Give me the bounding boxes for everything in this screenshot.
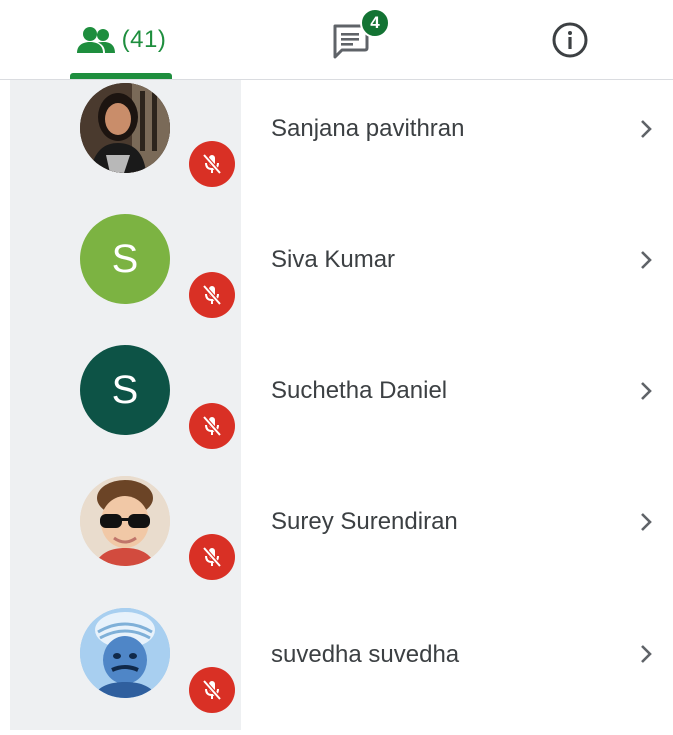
participant-name: Surey Surendiran <box>271 508 458 535</box>
chevron-right-icon[interactable] <box>634 379 658 403</box>
people-icon <box>76 26 115 53</box>
chevron-right-icon[interactable] <box>634 117 658 141</box>
tab-chat[interactable]: 4 <box>300 0 400 79</box>
mic-off-icon <box>202 284 222 306</box>
participant-name: Sanjana pavithran <box>271 115 465 142</box>
participant-row[interactable]: S Siva Kumar <box>0 211 673 342</box>
participant-row[interactable]: Surey Surendiran <box>0 473 673 604</box>
participant-name: Suchetha Daniel <box>271 377 448 404</box>
mic-muted-badge <box>189 141 235 187</box>
participant-row[interactable]: Sanjana pavithran <box>0 80 673 211</box>
mic-off-icon <box>202 415 222 437</box>
mic-off-icon <box>202 679 222 701</box>
chevron-right-icon[interactable] <box>634 642 658 666</box>
mic-muted-badge <box>189 403 235 449</box>
active-tab-indicator <box>70 73 172 79</box>
participant-name: suvedha suvedha <box>271 641 460 668</box>
tab-people[interactable]: (41) <box>70 0 172 79</box>
avatar-initial: S <box>111 367 139 412</box>
mic-off-icon <box>202 153 222 175</box>
participant-name: Siva Kumar <box>271 246 396 273</box>
info-icon <box>552 22 588 57</box>
chevron-right-icon[interactable] <box>634 510 658 534</box>
participant-row[interactable]: suvedha suvedha <box>0 604 673 735</box>
avatar-photo-icon <box>80 83 170 173</box>
people-count: (41) <box>121 25 167 53</box>
participant-avatar: S <box>80 345 170 435</box>
participant-row[interactable]: S Suchetha Daniel <box>0 342 673 473</box>
mic-muted-badge <box>189 534 235 580</box>
participant-avatar: S <box>80 214 170 304</box>
avatar-initial: S <box>111 236 139 281</box>
chat-unread-badge: 4 <box>360 7 390 38</box>
participant-avatar <box>80 608 170 698</box>
avatar-photo-icon <box>80 476 170 566</box>
mic-off-icon <box>202 546 222 568</box>
mic-muted-badge <box>189 272 235 318</box>
participant-avatar <box>80 83 170 173</box>
avatar-photo-icon <box>80 608 170 698</box>
participant-avatar <box>80 476 170 566</box>
chevron-right-icon[interactable] <box>634 248 658 272</box>
tab-info[interactable] <box>530 0 610 79</box>
tab-bar: (41) 4 <box>0 0 673 80</box>
mic-muted-badge <box>189 667 235 713</box>
